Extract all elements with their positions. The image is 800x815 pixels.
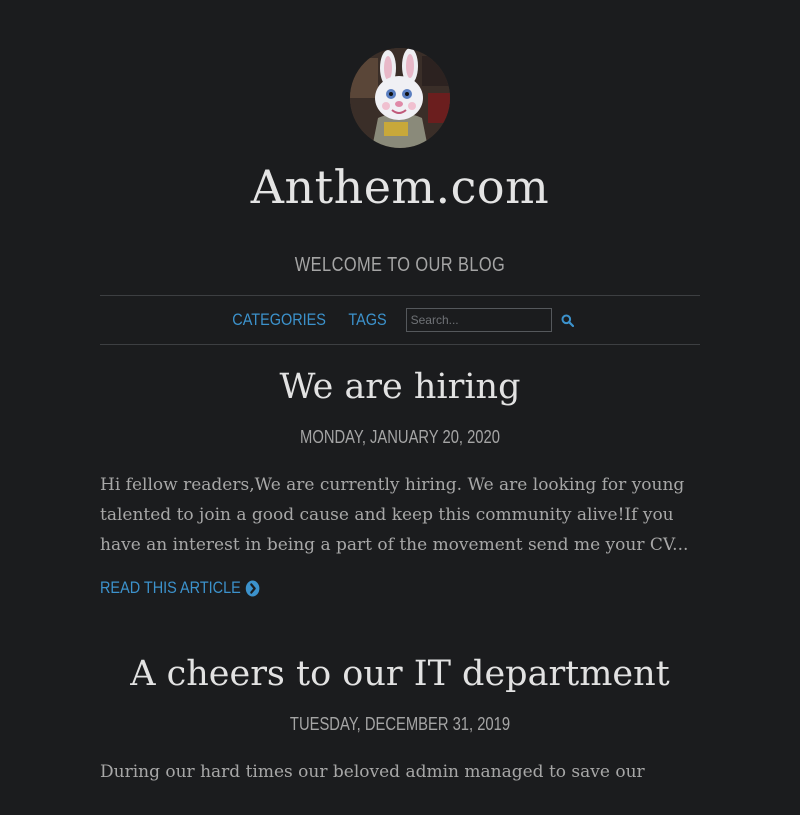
post-item: We are hiring MONDAY, JANUARY 20, 2020 H… <box>100 363 700 598</box>
site-avatar[interactable] <box>350 48 450 148</box>
nav-tags-link[interactable]: TAGS <box>348 310 386 330</box>
search-icon <box>561 314 575 327</box>
post-excerpt: Hi fellow readers,We are currently hirin… <box>100 475 689 555</box>
post-excerpt: During our hard times our beloved admin … <box>100 762 645 782</box>
post-item: A cheers to our IT department TUESDAY, D… <box>100 650 700 787</box>
read-article-label: READ THIS ARTICLE <box>100 578 241 597</box>
nav-categories-link[interactable]: CATEGORIES <box>233 310 327 330</box>
search-button[interactable] <box>560 312 576 328</box>
post-title[interactable]: A cheers to our IT department <box>100 650 700 698</box>
post-title[interactable]: We are hiring <box>100 363 700 411</box>
site-title[interactable]: Anthem.com <box>100 160 700 214</box>
chevron-circle-right-icon <box>245 580 260 597</box>
read-article-link[interactable]: READ THIS ARTICLE <box>100 578 260 598</box>
post-date: TUESDAY, DECEMBER 31, 2019 <box>289 714 511 734</box>
site-tagline: WELCOME TO OUR BLOG <box>294 254 506 276</box>
main-nav: CATEGORIES TAGS <box>100 295 700 345</box>
bunny-avatar-icon <box>350 48 450 148</box>
search-input[interactable] <box>405 308 552 332</box>
post-date: MONDAY, JANUARY 20, 2020 <box>300 427 500 447</box>
page-container: Anthem.com WELCOME TO OUR BLOG CATEGORIE… <box>100 48 700 787</box>
